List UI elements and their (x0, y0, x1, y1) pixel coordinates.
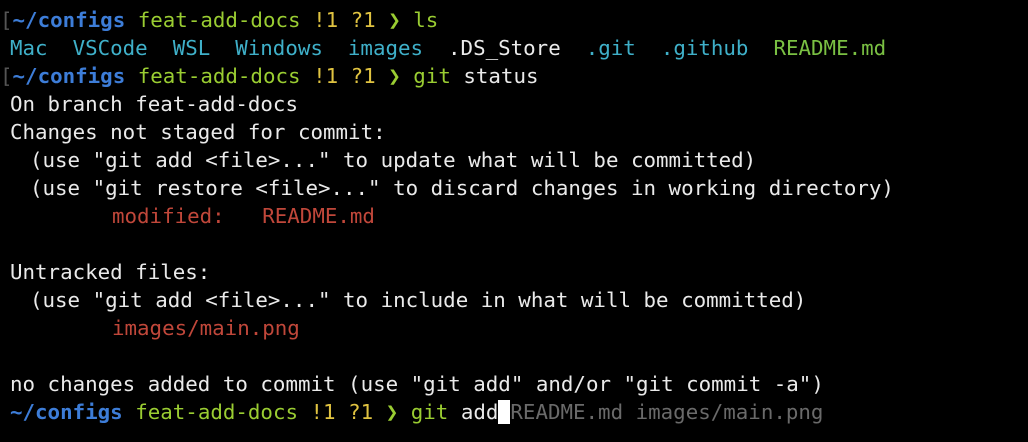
ls-item: Mac (10, 36, 48, 60)
prompt-arrow-icon: ❯ (388, 8, 401, 32)
modified-label: modified: (112, 204, 225, 228)
output-modified-entry: modified: README.md (0, 202, 1028, 230)
ls-item: WSL (172, 36, 211, 60)
command-arg: status (463, 64, 539, 88)
prompt-directory: ~/configs (12, 8, 126, 32)
prompt-line: [~/configs feat-add-docs !1 ?1 ❯ git sta… (0, 62, 1028, 90)
ls-item: .github (660, 36, 749, 60)
output-no-changes: no changes added to commit (use "git add… (10, 372, 824, 396)
ls-item: images (347, 36, 424, 60)
prompt-git-branch: feat-add-docs (135, 400, 298, 424)
prompt-directory: ~/configs (12, 64, 126, 88)
prompt-directory: ~/configs (10, 400, 123, 424)
ls-item: README.md (773, 36, 887, 60)
ls-item: VSCode (72, 36, 148, 60)
ls-output: Mac VSCode WSL Windows images .DS_Store .git .g… (0, 34, 1028, 62)
prompt-bracket: [ (0, 64, 13, 88)
prompt-git-branch: feat-add-docs (137, 8, 301, 32)
ls-item: Windows (235, 36, 323, 60)
output-hint-include: (use "git add <file>..." to include in w… (30, 288, 807, 312)
ls-item: .DS_Store (448, 36, 561, 60)
modified-file: README.md (262, 204, 375, 228)
output-on-branch: On branch feat-add-docs (10, 92, 298, 116)
prompt-modified-count: !1 (310, 400, 336, 424)
ls-item: .git (585, 36, 636, 60)
autosuggestion-text[interactable]: README.md images/main.png (510, 400, 823, 424)
output-hint-add: (use "git add <file>..." to update what … (30, 148, 757, 172)
output-not-staged-header: Changes not staged for commit: (10, 120, 386, 144)
prompt-modified-count: !1 (313, 64, 339, 88)
prompt-modified-count: !1 (313, 8, 339, 32)
output-hint-restore: (use "git restore <file>..." to discard … (30, 176, 894, 200)
command-git: git (413, 64, 451, 88)
prompt-arrow-icon: ❯ (388, 64, 401, 88)
active-prompt-line[interactable]: ~/configs feat-add-docs !1 ?1 ❯ git add R… (0, 398, 1028, 426)
output-untracked-file: images/main.png (112, 316, 300, 340)
command-git: git (410, 400, 449, 424)
prompt-git-branch: feat-add-docs (137, 64, 301, 88)
terminal-window[interactable]: [~/configs feat-add-docs !1 ?1 ❯ ls Mac V… (0, 0, 1028, 442)
prompt-arrow-icon: ❯ (385, 400, 399, 424)
command-input[interactable]: add (461, 400, 499, 424)
prompt-untracked-count: ?1 (348, 400, 374, 424)
prompt-bracket: [ (0, 8, 13, 32)
prompt-line: [~/configs feat-add-docs !1 ?1 ❯ ls (0, 6, 1028, 34)
output-untracked-header: Untracked files: (10, 260, 211, 284)
text-cursor (498, 400, 511, 424)
prompt-untracked-count: ?1 (350, 8, 376, 32)
command-text: ls (413, 8, 439, 32)
prompt-untracked-count: ?1 (350, 64, 376, 88)
